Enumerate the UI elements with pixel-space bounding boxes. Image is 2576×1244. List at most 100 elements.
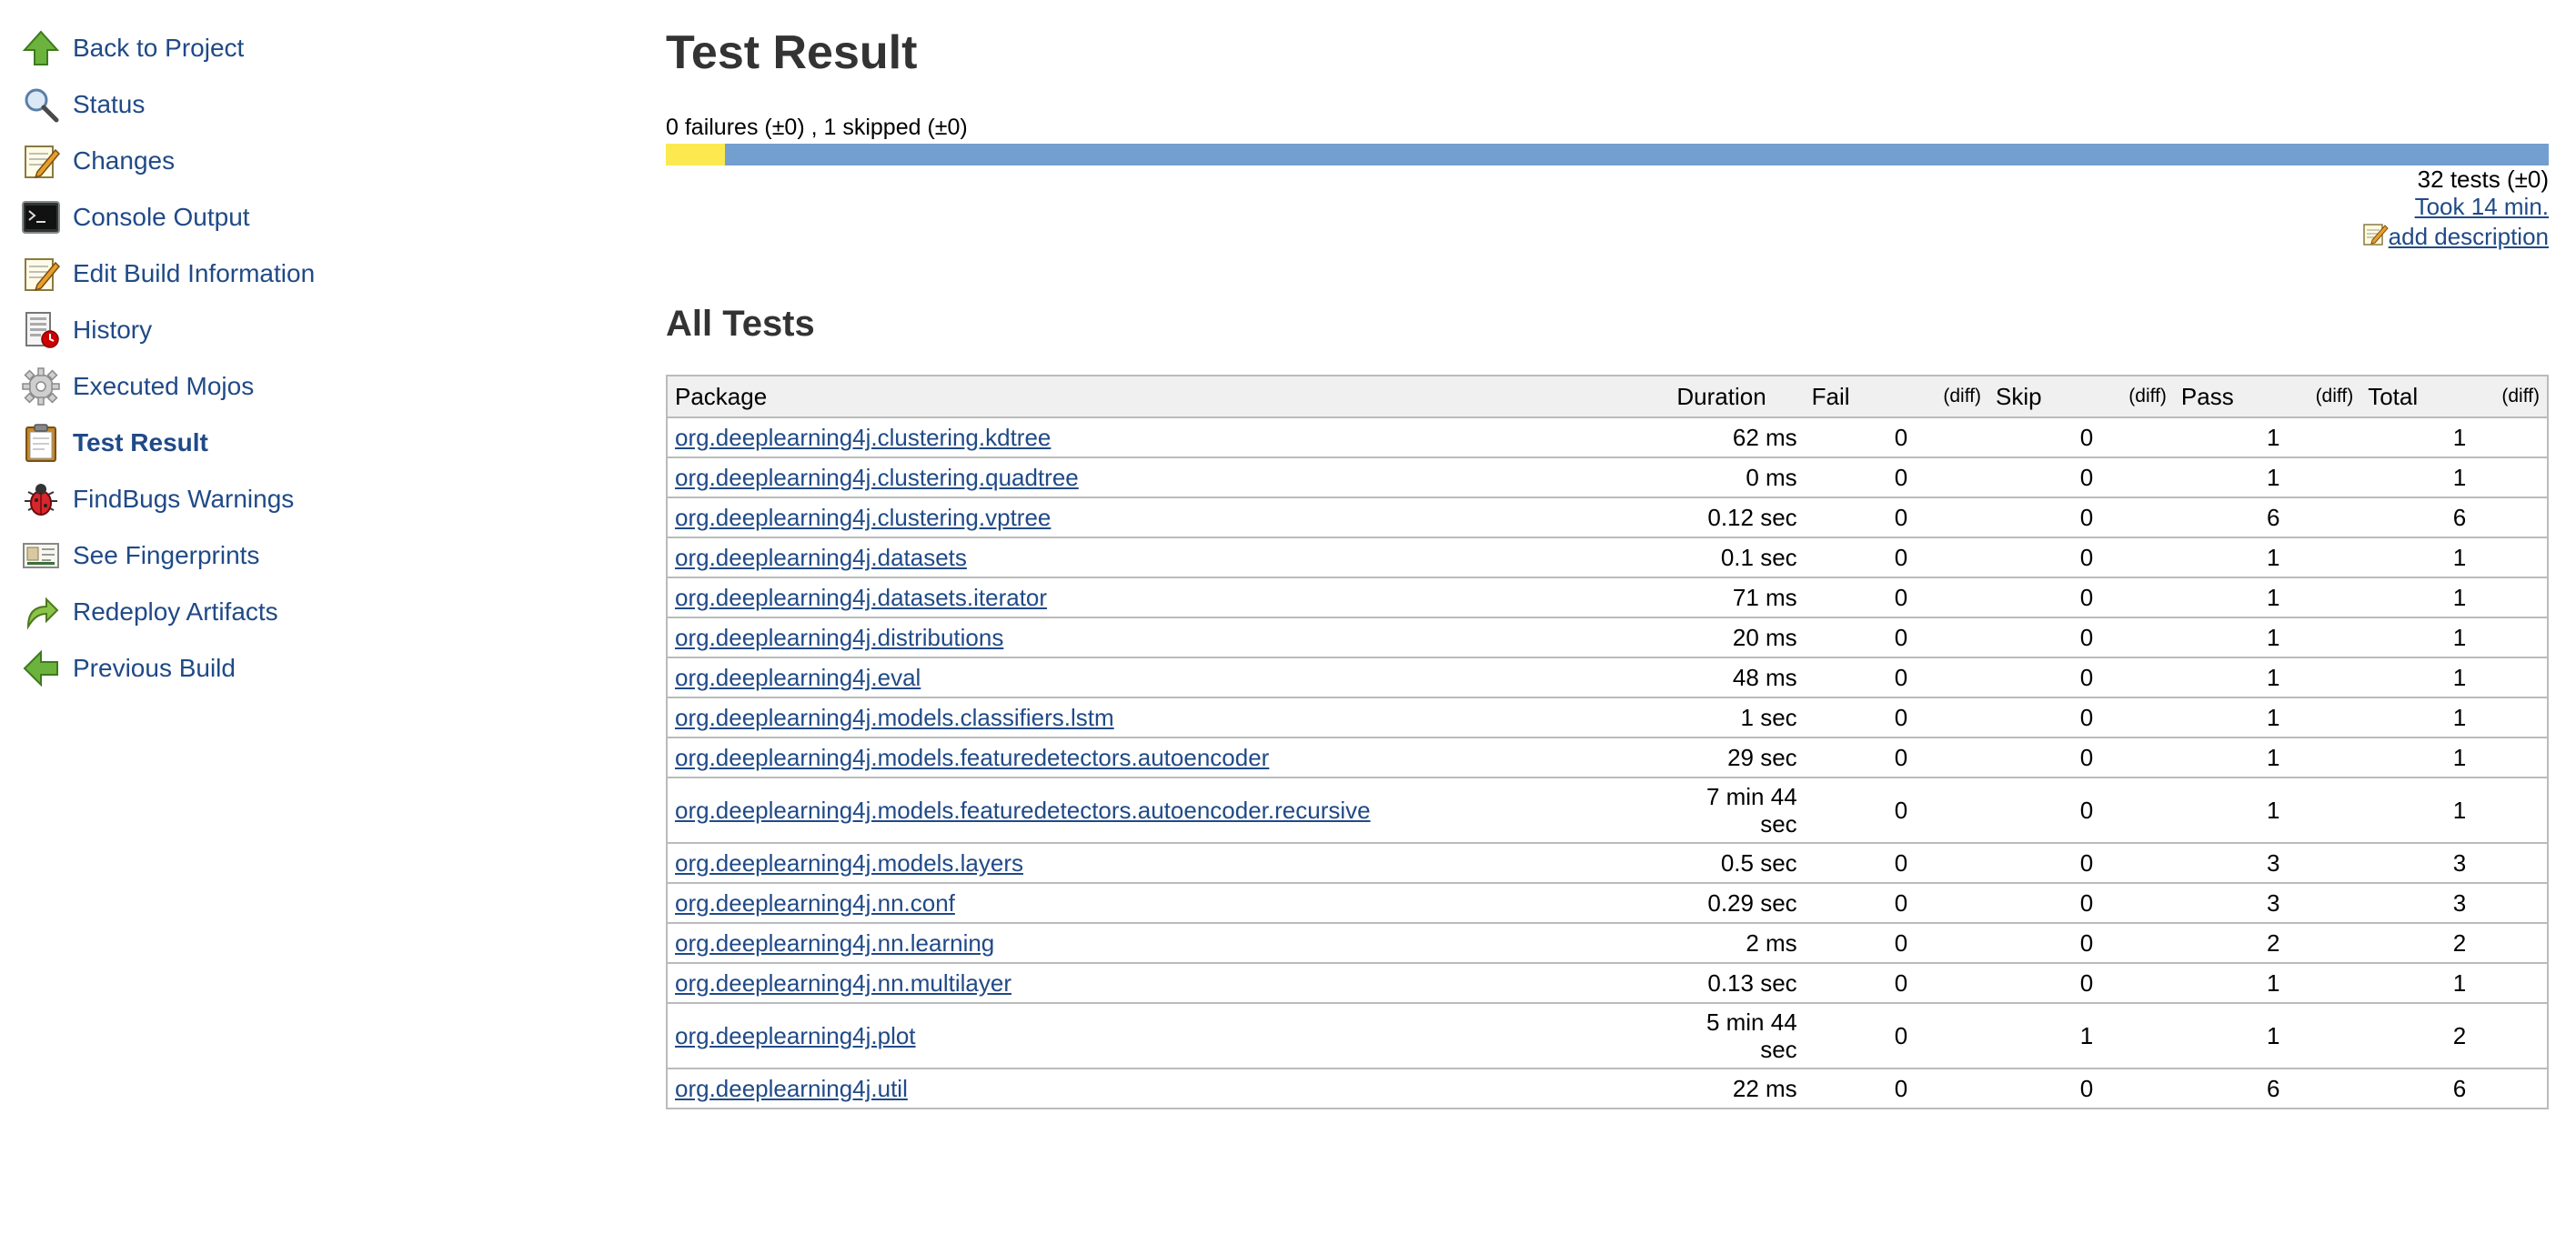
bug-icon — [20, 478, 62, 520]
pass-cell: 6 — [2173, 1068, 2288, 1109]
skip-diff-cell — [2100, 497, 2174, 537]
pass-cell: 1 — [2173, 657, 2288, 697]
fail-diff-cell — [1915, 657, 1988, 697]
total-cell: 1 — [2360, 617, 2474, 657]
fail-cell: 0 — [1804, 962, 1916, 1003]
package-cell: org.deeplearning4j.models.featuredetecto… — [667, 737, 1670, 778]
pass-cell: 1 — [2173, 777, 2288, 843]
duration-cell: 62 ms — [1669, 416, 1805, 457]
total-diff-cell — [2473, 617, 2548, 657]
skip-diff-cell — [2100, 882, 2174, 923]
left-arrow-icon — [20, 647, 62, 689]
package-link[interactable]: org.deeplearning4j.clustering.kdtree — [675, 424, 1051, 451]
duration-cell: 1 sec — [1669, 697, 1805, 737]
total-cell: 1 — [2360, 697, 2474, 737]
pass-cell: 1 — [2173, 962, 2288, 1003]
total-diff-header[interactable]: (diff) — [2473, 376, 2548, 417]
duration-cell: 71 ms — [1669, 577, 1805, 617]
sidebar-item-label: Test Result — [73, 428, 208, 456]
pass-diff-header[interactable]: (diff) — [2287, 376, 2361, 417]
fail-cell: 0 — [1804, 617, 1916, 657]
pass-diff-cell — [2287, 962, 2361, 1003]
package-link[interactable]: org.deeplearning4j.clustering.quadtree — [675, 464, 1079, 491]
total-header[interactable]: Total — [2360, 376, 2474, 417]
pass-diff-cell — [2287, 497, 2361, 537]
skip-header[interactable]: Skip — [1988, 376, 2101, 417]
pass-diff-cell — [2287, 882, 2361, 923]
fail-cell: 0 — [1804, 1002, 1916, 1068]
sidebar-item-status[interactable]: Status — [0, 76, 637, 133]
sidebar-item-previous-build[interactable]: Previous Build — [0, 640, 637, 697]
sidebar-item-test-result[interactable]: Test Result — [0, 415, 637, 471]
table-row: org.deeplearning4j.clustering.vptree 0.12… — [667, 497, 2548, 537]
pass-header[interactable]: Pass — [2173, 376, 2288, 417]
sidebar-item-redeploy-artifacts[interactable]: Redeploy Artifacts — [0, 584, 637, 640]
pass-diff-cell — [2287, 456, 2361, 497]
package-link[interactable]: org.deeplearning4j.eval — [675, 664, 921, 691]
sidebar-item-label: Redeploy Artifacts — [73, 597, 278, 626]
package-link[interactable]: org.deeplearning4j.nn.multilayer — [675, 969, 1011, 997]
sidebar-item-changes[interactable]: Changes — [0, 133, 637, 189]
fail-cell: 0 — [1804, 882, 1916, 923]
package-link[interactable]: org.deeplearning4j.nn.learning — [675, 929, 994, 957]
magnifier-icon — [20, 84, 62, 125]
skip-cell: 0 — [1988, 577, 2101, 617]
sidebar-item-label: Edit Build Information — [73, 259, 316, 287]
package-link[interactable]: org.deeplearning4j.util — [675, 1075, 908, 1102]
add-description-link[interactable]: add description — [2389, 223, 2549, 250]
history-icon — [20, 309, 62, 351]
package-link[interactable]: org.deeplearning4j.models.layers — [675, 849, 1023, 877]
tests-table-body: org.deeplearning4j.clustering.kdtree 62 m… — [667, 416, 2548, 1109]
test-progress-bar — [666, 144, 2549, 166]
table-header-row: Package Duration Fail (diff) Skip (diff)… — [667, 376, 2548, 417]
sidebar-item-history[interactable]: History — [0, 302, 637, 358]
fail-diff-header[interactable]: (diff) — [1915, 376, 1988, 417]
pass-diff-cell — [2287, 1068, 2361, 1109]
table-row: org.deeplearning4j.nn.multilayer 0.13 sec… — [667, 962, 2548, 1003]
sidebar-item-executed-mojos[interactable]: Executed Mojos — [0, 358, 637, 415]
total-diff-cell — [2473, 777, 2548, 843]
table-row: org.deeplearning4j.models.featuredetecto… — [667, 777, 2548, 843]
duration-cell: 0.13 sec — [1669, 962, 1805, 1003]
page-title: Test Result — [666, 26, 918, 79]
fail-cell: 0 — [1804, 777, 1916, 843]
skip-diff-header[interactable]: (diff) — [2100, 376, 2174, 417]
package-link[interactable]: org.deeplearning4j.nn.conf — [675, 889, 955, 917]
duration-header[interactable]: Duration — [1669, 376, 1805, 417]
sidebar-item-back-to-project[interactable]: Back to Project — [0, 20, 637, 76]
package-link[interactable]: org.deeplearning4j.models.classifiers.ls… — [675, 704, 1114, 731]
package-link[interactable]: org.deeplearning4j.distributions — [675, 624, 1003, 651]
package-link[interactable]: org.deeplearning4j.datasets — [675, 544, 967, 571]
test-summary: 0 failures (±0) , 1 skipped (±0) — [666, 115, 968, 140]
took-link[interactable]: Took 14 min. — [2415, 193, 2549, 220]
package-link[interactable]: org.deeplearning4j.plot — [675, 1022, 916, 1049]
pass-diff-cell — [2287, 842, 2361, 883]
tests-count: 32 tests (±0) — [2417, 166, 2549, 193]
fail-diff-cell — [1915, 617, 1988, 657]
fail-header[interactable]: Fail — [1804, 376, 1916, 417]
total-cell: 2 — [2360, 1002, 2474, 1068]
fail-cell: 0 — [1804, 737, 1916, 778]
table-row: org.deeplearning4j.plot 5 min 44 sec 0 1 1 2 — [667, 1002, 2548, 1068]
total-diff-cell — [2473, 842, 2548, 883]
sidebar-item-findbugs-warnings[interactable]: FindBugs Warnings — [0, 471, 637, 527]
package-cell: org.deeplearning4j.datasets — [667, 537, 1670, 577]
skip-cell: 0 — [1988, 456, 2101, 497]
pass-diff-cell — [2287, 537, 2361, 577]
package-cell: org.deeplearning4j.nn.conf — [667, 882, 1670, 923]
total-cell: 1 — [2360, 456, 2474, 497]
package-link[interactable]: org.deeplearning4j.models.featuredetecto… — [675, 797, 1371, 824]
package-header[interactable]: Package — [667, 376, 1670, 417]
sidebar-item-edit-build-information[interactable]: Edit Build Information — [0, 246, 637, 302]
total-cell: 1 — [2360, 577, 2474, 617]
sidebar-item-label: See Fingerprints — [73, 541, 260, 569]
package-link[interactable]: org.deeplearning4j.models.featuredetecto… — [675, 744, 1269, 771]
skip-diff-cell — [2100, 1068, 2174, 1109]
package-link[interactable]: org.deeplearning4j.clustering.vptree — [675, 504, 1051, 531]
sidebar-item-see-fingerprints[interactable]: See Fingerprints — [0, 527, 637, 584]
skip-cell: 0 — [1988, 882, 2101, 923]
package-link[interactable]: org.deeplearning4j.datasets.iterator — [675, 584, 1047, 611]
redeploy-arrow-icon — [20, 591, 62, 633]
sidebar-item-console-output[interactable]: Console Output — [0, 189, 637, 246]
package-cell: org.deeplearning4j.clustering.vptree — [667, 497, 1670, 537]
